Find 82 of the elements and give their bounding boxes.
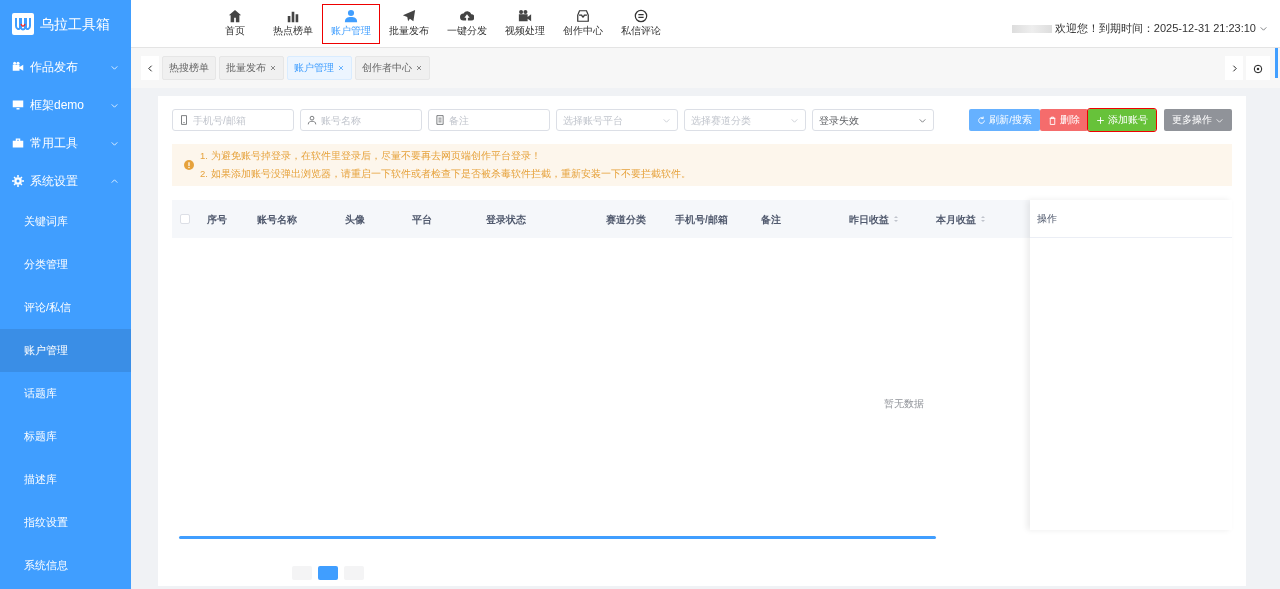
sidebar-item[interactable]: 标题库 [0,415,131,458]
user-info: 欢迎您！到期时间：2025-12-31 21:23:10 [1054,21,1256,37]
logo-icon [12,13,34,35]
sidebar-item[interactable]: 指纹设置 [0,501,131,544]
collapse-icon [110,176,119,186]
nav-tab[interactable]: 热点榜单 [264,3,322,44]
select-all-checkbox[interactable] [180,214,190,224]
sort-icon [892,214,900,224]
sidebar-group[interactable]: 框架demo [0,86,131,124]
sidebar-item[interactable]: 描述库 [0,458,131,501]
column-header: 头像 [345,212,365,227]
sidebar-item[interactable]: 关键词库 [0,200,131,243]
column-header: 赛道分类 [606,212,646,227]
column-header[interactable]: 本月收益 [936,211,976,227]
sidebar-item[interactable]: 话题库 [0,372,131,415]
phone-icon [179,115,189,125]
warning-icon [184,160,194,170]
user-icon [344,9,358,23]
page-tab[interactable]: 批量发布 [219,56,284,80]
nav-tab[interactable]: 私信评论 [612,3,670,44]
nav-tab[interactable]: 账户管理 [322,3,380,44]
page-tab[interactable]: 热搜榜单 [162,56,216,80]
sidebar-item[interactable]: 评论/私信 [0,286,131,329]
sort-icon [979,214,987,224]
bar-chart-icon [286,9,300,23]
action-button[interactable]: 刷新/搜索 [969,109,1040,131]
nav-tab[interactable]: 视频处理 [496,3,554,44]
plus-icon [1096,115,1105,125]
nav-tab[interactable]: 批量发布 [380,3,438,44]
user-icon [307,115,317,125]
column-header: 操作 [1037,212,1057,226]
gear-icon [12,175,24,187]
empty-text: 暂无数据 [884,397,924,411]
close-icon [415,64,423,72]
dropdown-icon [1259,24,1268,33]
column-header: 账号名称 [257,212,297,227]
scrollbar[interactable] [1275,48,1278,78]
sidebar-group[interactable]: 作品发布 [0,48,131,86]
column-header: 序号 [207,212,227,227]
close-icon [269,64,277,72]
chat-icon [634,9,648,23]
nav-tab[interactable]: 一键分发 [438,3,496,44]
app-name: 乌拉工具箱 [40,14,110,34]
paper-plane-icon [402,9,416,23]
sidebar-item[interactable]: 分类管理 [0,243,131,286]
select-field[interactable]: 登录失效 [812,109,934,131]
action-button[interactable]: 添加账号 [1088,109,1156,131]
action-button[interactable]: 删除 [1040,109,1088,131]
chevron-left-icon [145,64,155,74]
redacted-name [1011,24,1052,33]
video-camera-icon [518,9,532,23]
action-button[interactable]: 更多操作 [1164,109,1232,131]
page-button[interactable] [318,566,338,580]
column-header: 备注 [761,212,781,227]
page-tab[interactable]: 创作者中心 [355,56,430,80]
column-header: 登录状态 [486,212,526,227]
page-tab[interactable]: 账户管理 [287,56,352,80]
sidebar-group[interactable]: 常用工具 [0,124,131,162]
column-header: 平台 [412,212,432,227]
scroll-left-button[interactable] [141,56,159,80]
nav-tab[interactable]: 创作中心 [554,3,612,44]
sidebar-group[interactable]: 系统设置 [0,162,131,200]
horizontal-scrollbar[interactable] [179,536,936,539]
video-camera-icon [12,61,24,73]
close-icon [337,64,345,72]
column-header[interactable]: 昨日收益 [849,211,889,227]
monitor-icon [12,99,24,111]
nav-tab[interactable]: 首页 [206,3,264,44]
inbox-icon [576,9,590,23]
briefcase-icon [12,137,24,149]
sidebar-item[interactable]: 系统信息 [0,544,131,587]
target-icon [1253,63,1263,74]
column-header: 手机号/邮箱 [675,212,728,227]
home-icon [228,9,242,23]
cloud-upload-icon [460,9,474,23]
refresh-icon [977,115,987,125]
notice-text: 2. 如果添加账号没弹出浏览器，请重启一下软件或者检查下是否被杀毒软件拦截，重新安装一下不要拦截软件。 [200,166,691,181]
document-icon [435,115,445,125]
notice-text: 1. 为避免账号掉登录，在软件里登录后，尽量不要再去网页端创作平台登录！ [200,149,542,164]
trash-icon [1048,115,1057,125]
sidebar-item[interactable]: 账户管理 [0,329,131,372]
tab-menu-button[interactable] [1246,56,1270,80]
